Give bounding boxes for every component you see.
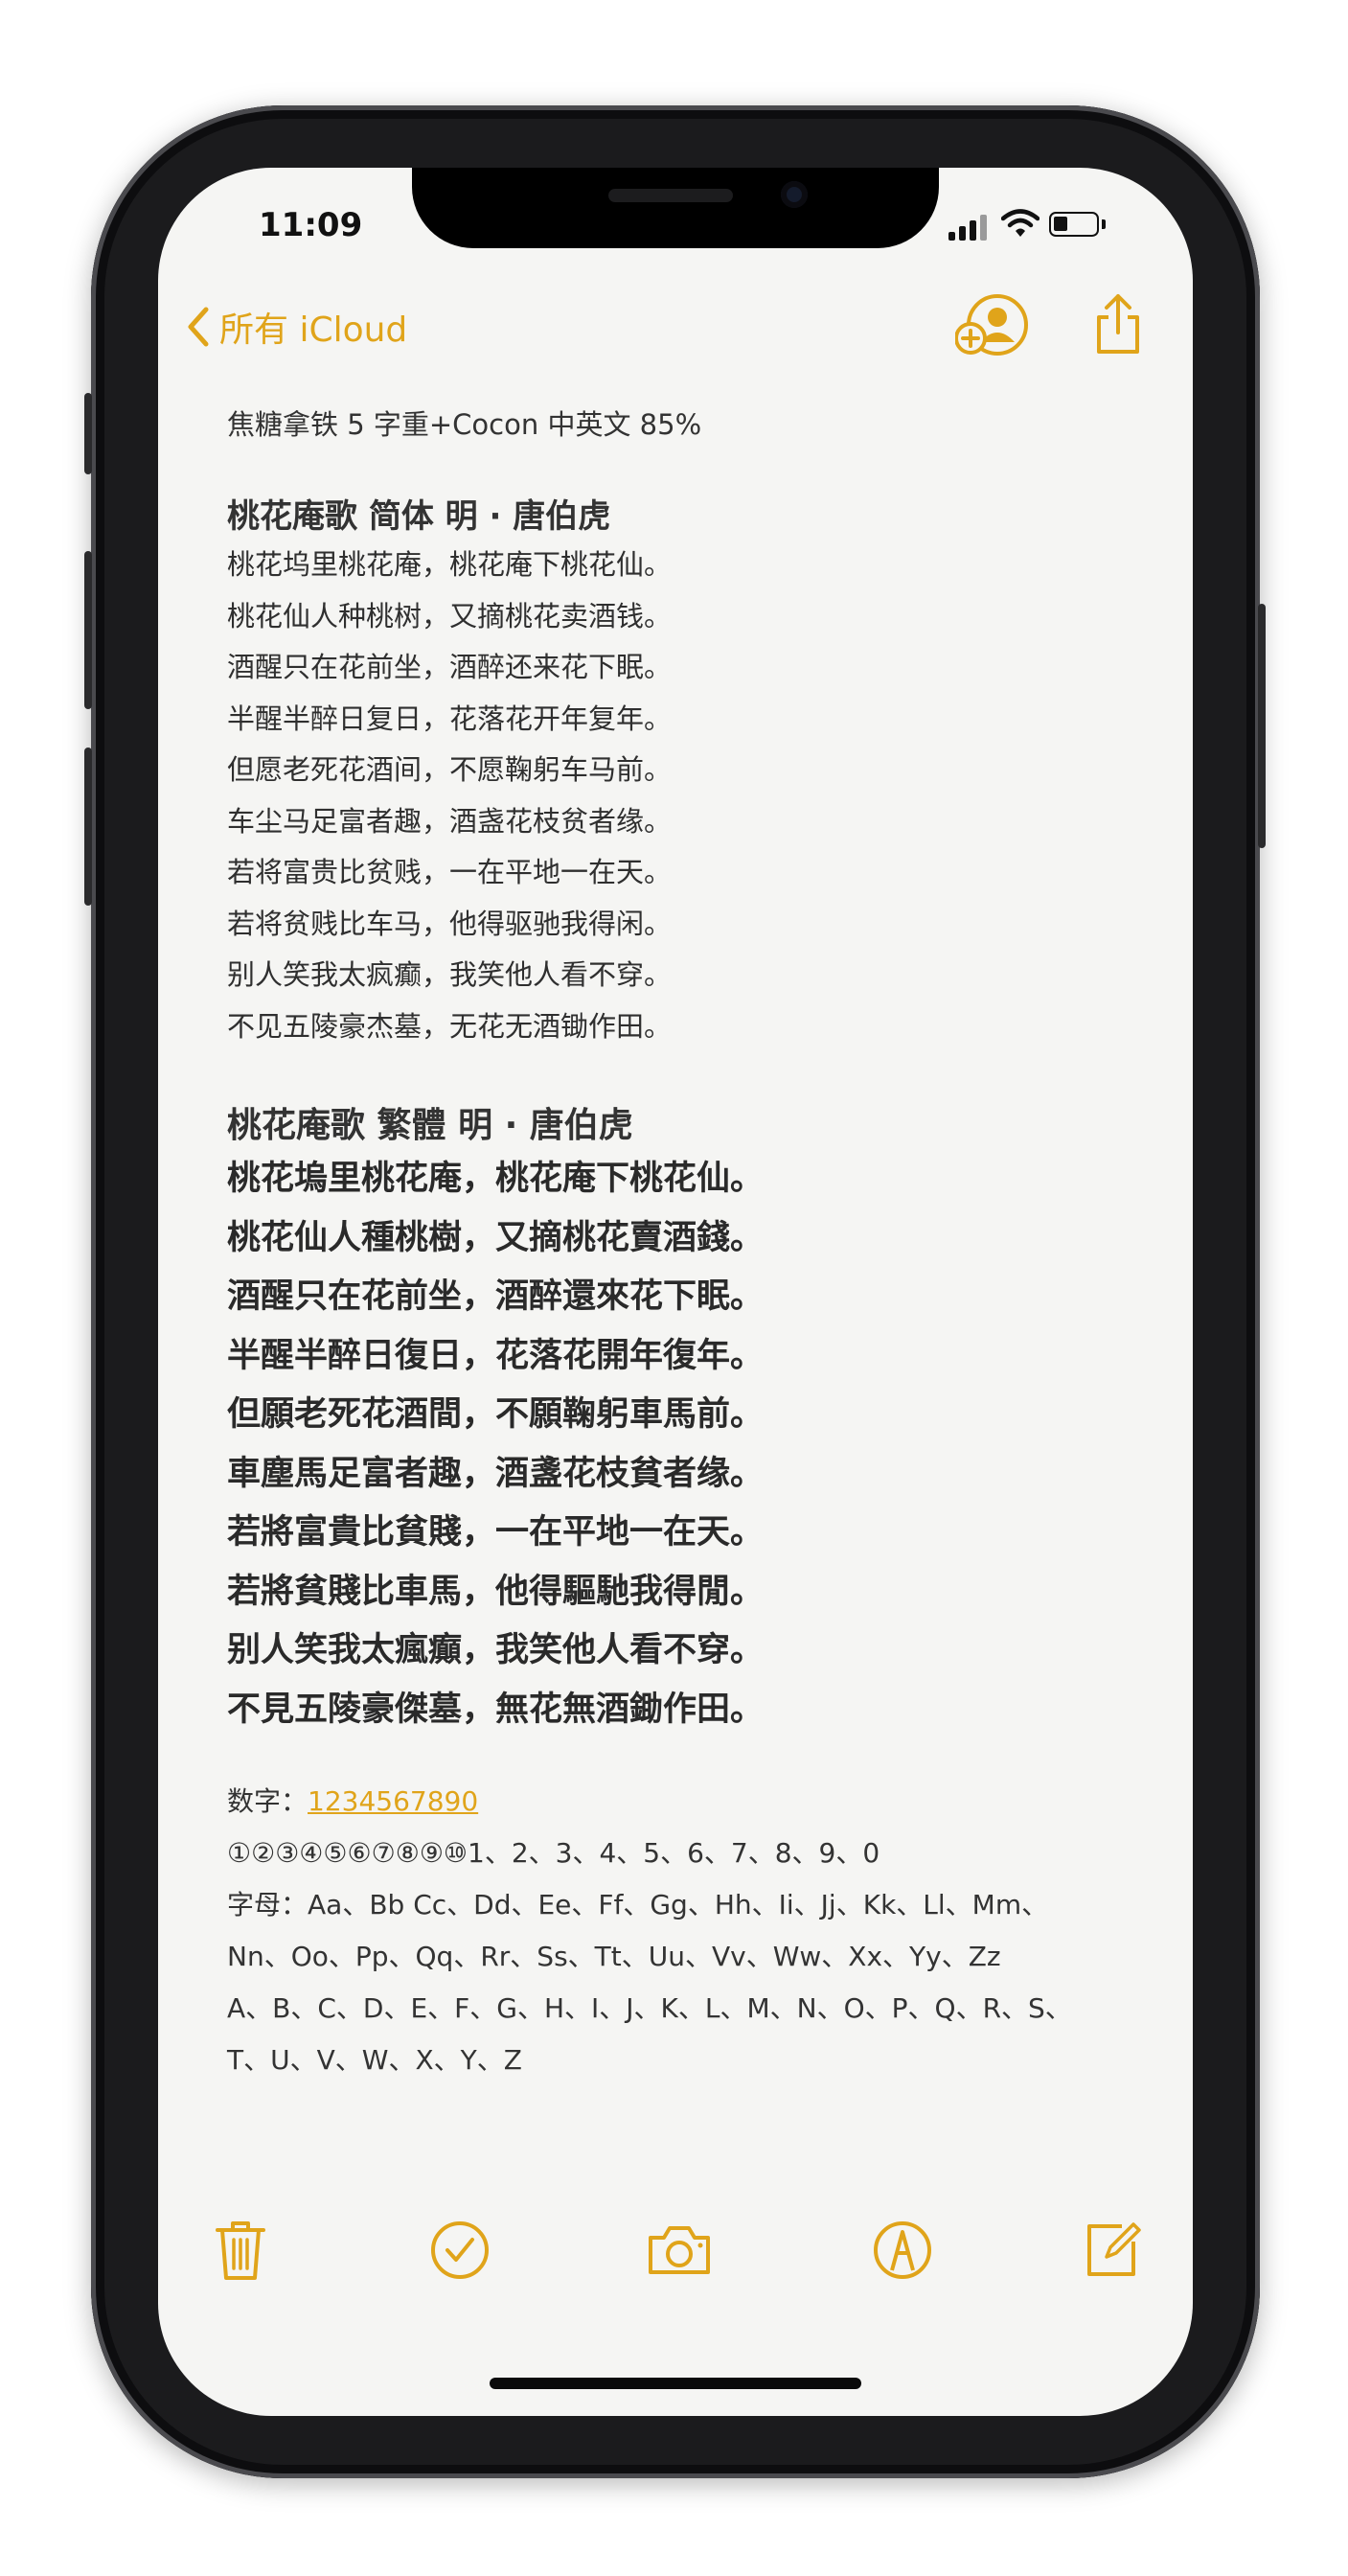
traditional-line: 若將貧賤比車馬，他得驅馳我得閒。 <box>227 1572 765 1611</box>
simplified-line: 桃花仙人种桃树，又摘桃花卖酒钱。 <box>227 599 673 632</box>
camera-icon <box>649 2226 710 2274</box>
font-info-line: 焦糖拿铁 5 字重+Cocon 中英文 85% <box>227 408 702 441</box>
markup-pen-icon <box>874 2221 931 2279</box>
share-icon <box>1097 294 1139 354</box>
simplified-line: 半醒半醉日复日，花落花开年复年。 <box>227 702 673 735</box>
volume-down-button <box>84 748 92 906</box>
letters-line: 字母：Aa、Bb Cc、Dd、Ee、Ff、Gg、Hh、Ii、Jj、Kk、Ll、M… <box>227 1889 1049 1920</box>
status-time: 11:09 <box>259 206 363 244</box>
status-icons <box>948 209 1140 241</box>
signal-icon <box>948 232 955 241</box>
simplified-line: 若将贫贱比车马，他得驱驰我得闲。 <box>227 907 673 940</box>
back-button[interactable]: 所有 iCloud <box>187 302 407 352</box>
trash-icon <box>216 2221 265 2280</box>
bottom-toolbar <box>158 2219 1193 2314</box>
wifi-icon <box>1001 209 1040 237</box>
letters-line: Nn、Oo、Pp、Qq、Rr、Ss、Tt、Uu、Vv、Ww、Xx、Yy、Zz <box>227 1941 1001 1972</box>
traditional-line: 不見五陵豪傑墓，無花無酒鋤作田。 <box>227 1690 765 1729</box>
front-camera <box>781 181 808 208</box>
digits-line: 数字：1234567890 <box>227 1776 1147 1828</box>
traditional-line: 車塵馬足富者趣，酒盞花枝貧者缘。 <box>227 1454 765 1493</box>
compose-button[interactable] <box>1084 2219 1145 2284</box>
traditional-poem-title: 桃花庵歌 繁體 明 · 唐伯虎 <box>227 1106 633 1145</box>
add-person-icon <box>954 294 1028 356</box>
share-button[interactable] <box>1089 290 1147 361</box>
traditional-line: 半醒半醉日復日，花落花開年復年。 <box>227 1336 765 1375</box>
back-label: 所有 iCloud <box>219 310 408 350</box>
markup-button[interactable] <box>871 2219 934 2286</box>
circled-numbers-line: ①②③④⑤⑥⑦⑧⑨⑩1、2、3、4、5、6、7、8、9、0 <box>227 1837 880 1869</box>
checkmark-circle-icon <box>431 2221 489 2279</box>
compose-icon <box>1087 2222 1141 2276</box>
simplified-line: 不见五陵豪杰墓，无花无酒锄作田。 <box>227 1009 673 1043</box>
battery-cap <box>1102 219 1106 229</box>
letters-line: A、B、C、D、E、F、G、H、I、J、K、L、M、N、O、P、Q、R、S、 <box>227 1992 1072 2024</box>
home-indicator[interactable] <box>490 2378 861 2389</box>
delete-button[interactable] <box>214 2219 267 2286</box>
camera-button[interactable] <box>645 2220 714 2282</box>
checklist-button[interactable] <box>428 2219 491 2286</box>
notch <box>412 168 939 248</box>
digits-label: 数字： <box>227 1785 308 1817</box>
traditional-line: 若將富貴比貧賤，一在平地一在天。 <box>227 1513 765 1552</box>
traditional-line: 别人笑我太瘋癲，我笑他人看不穿。 <box>227 1631 765 1669</box>
signal-icon <box>959 226 966 241</box>
digits-link[interactable]: 1234567890 <box>308 1785 478 1817</box>
traditional-line: 桃花仙人種桃樹，又摘桃花賣酒錢。 <box>227 1218 765 1257</box>
simplified-line: 但愿老死花酒间，不愿鞠躬车马前。 <box>227 753 673 786</box>
screen: 11:09 所有 iCloud 焦糖拿铁 5 字重+Cocon 中英文 85% … <box>158 168 1193 2416</box>
signal-icon <box>980 215 987 241</box>
simplified-line: 车尘马足富者趣，酒盏花枝贫者缘。 <box>227 804 673 838</box>
simplified-line: 桃花坞里桃花庵，桃花庵下桃花仙。 <box>227 548 673 581</box>
speaker <box>608 189 733 202</box>
chevron-left-icon <box>188 307 209 347</box>
letters-line: T、U、V、W、X、Y、Z <box>227 2044 522 2076</box>
signal-icon <box>970 220 976 241</box>
simplified-line: 别人笑我太疯癫，我笑他人看不穿。 <box>227 958 673 991</box>
volume-up-button <box>84 551 92 709</box>
simplified-line: 若将富贵比贫贱，一在平地一在天。 <box>227 856 673 888</box>
silent-switch <box>84 393 92 474</box>
note-body[interactable]: 焦糖拿铁 5 字重+Cocon 中英文 85% 桃花庵歌 简体 明 · 唐伯虎 … <box>227 405 1147 2086</box>
traditional-line: 酒醒只在花前坐，酒醉還來花下眠。 <box>227 1277 765 1316</box>
simplified-line: 酒醒只在花前坐，酒醉还来花下眠。 <box>227 651 673 683</box>
share-note-button[interactable] <box>954 294 1032 361</box>
simplified-poem-title: 桃花庵歌 简体 明 · 唐伯虎 <box>227 497 611 536</box>
traditional-line: 但願老死花酒間，不願鞠躬車馬前。 <box>227 1395 765 1434</box>
power-button <box>1258 604 1266 848</box>
traditional-line: 桃花塢里桃花庵，桃花庵下桃花仙。 <box>227 1160 765 1198</box>
battery-icon <box>1049 212 1099 237</box>
